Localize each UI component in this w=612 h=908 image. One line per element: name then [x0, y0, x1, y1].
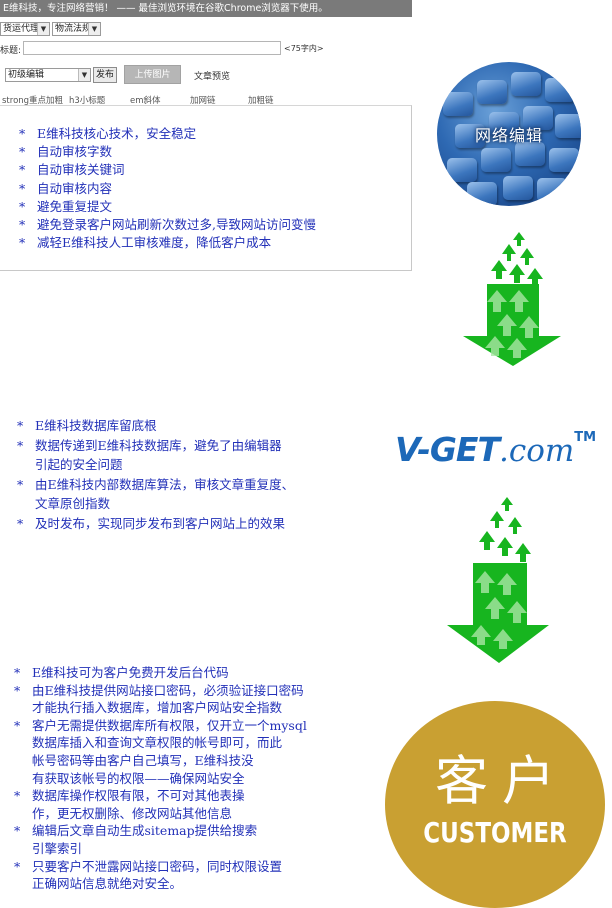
feature-list-1: * E维科技核心技术，安全稳定 * 自动审核字数 * 自动审核关键词 * 自动审核内容 * 避免重… [19, 125, 316, 252]
logo-suffix: .com [498, 433, 575, 469]
bullet-icon: * [19, 126, 26, 141]
list-item-text: 客户无需提供数据库所有权限，仅开立一个mysql [32, 717, 307, 733]
list-item: * 及时发布，实现同步发布到客户网站上的效果 [17, 514, 294, 534]
list-item: * 数据传递到E维科技数据库，避免了由编辑器 引起的安全问题 [17, 436, 294, 475]
green-down-arrow-icon [463, 232, 561, 366]
list-item-text: E维科技可为客户免费开发后台代码 [32, 665, 229, 680]
logo-tm: TM [574, 430, 597, 445]
list-item-text: 由E维科技内部数据库算法，审核文章重复度、 [35, 476, 295, 492]
feature-list-3: * E维科技可为客户免费开发后台代码 * 由E维科技提供网站接口密码，必须验证接口密码… [14, 664, 307, 893]
banner-text: E维科技，专注网络营销！ —— 最佳浏览环境在谷歌Chrome浏览器下使用。 [3, 3, 328, 14]
bullet-icon: * [19, 144, 26, 160]
bullet-icon: * [14, 665, 21, 680]
list-item-text: 数据传递到E维科技数据库，避免了由编辑器 [35, 437, 282, 453]
customer-badge-en: CUSTOMER [423, 816, 567, 849]
list-item: * E维科技可为客户免费开发后台代码 [14, 664, 307, 682]
category-select-1[interactable]: 货运代理 ▼ [0, 22, 50, 36]
mode-select-value: 初级编辑 [8, 70, 45, 80]
list-item-text: 才能执行插入数据库，增加客户网站安全指数 [32, 700, 283, 716]
title-label: 标题: [0, 46, 22, 56]
list-item-text: 有获取该帐号的权限——确保网站安全 [32, 770, 245, 786]
list-item: * 由E维科技提供网站接口密码，必须验证接口密码 才能执行插入数据库，增加客户网站安… [14, 682, 307, 717]
list-item: * 只要客户不泄露网站接口密码，同时权限设置 正确网站信息就绝对安全。 [14, 858, 307, 893]
chevron-down-icon: ▼ [88, 23, 100, 35]
bullet-icon: * [14, 717, 21, 733]
bullet-icon: * [17, 418, 24, 433]
bullet-icon: * [19, 217, 26, 233]
list-item: * 编辑后文章自动生成sitemap提供给搜索 引擎索引 [14, 822, 307, 857]
chevron-down-icon: ▼ [37, 23, 49, 35]
mode-select[interactable]: 初级编辑 ▼ [5, 68, 91, 82]
list-item-text: 文章原创指数 [35, 496, 111, 511]
list-item: * 数据库操作权限有限，不可对其他表操 作，更无权删除、修改网站其他信息 [14, 787, 307, 822]
bullet-icon: * [19, 162, 26, 178]
list-item-text: 数据库操作权限有限，不可对其他表操 [32, 788, 245, 804]
bullet-icon: * [17, 515, 24, 531]
bullet-icon: * [14, 788, 21, 804]
list-item-text: 正确网站信息就绝对安全。 [32, 876, 183, 892]
vget-logo: V-GET.comTM [395, 430, 610, 472]
customer-badge-cn: 客户 [435, 751, 569, 812]
title-input[interactable] [23, 41, 281, 55]
list-item-text: E维科技核心技术，安全稳定 [37, 126, 197, 141]
bullet-icon: * [17, 437, 24, 453]
list-item-text: E维科技数据库留底根 [35, 418, 157, 433]
list-item: * 客户无需提供数据库所有权限，仅开立一个mysql 数据库插入和查询文章权限的帐号… [14, 717, 307, 787]
title-hint: <75字内> [284, 44, 324, 53]
customer-badge: 客户 CUSTOMER [385, 701, 605, 908]
list-item-text: 避免重复提文 [37, 198, 113, 214]
list-item: * 自动审核关键词 [19, 161, 316, 179]
upload-image-button[interactable]: 上传图片 [124, 65, 181, 84]
bullet-icon: * [19, 180, 26, 196]
list-item-text: 编辑后文章自动生成sitemap提供给搜索 [32, 823, 258, 839]
list-item-text: 避免登录客户网站刷新次数过多,导致网站访问变慢 [37, 217, 316, 233]
bullet-icon: * [19, 235, 26, 251]
list-item-text: 只要客户不泄露网站接口密码，同时权限设置 [32, 858, 283, 874]
bullet-icon: * [19, 198, 26, 214]
list-item-text: 引擎索引 [32, 840, 83, 856]
list-item: * E维科技核心技术，安全稳定 [19, 125, 316, 143]
list-item: * 自动审核字数 [19, 143, 316, 161]
bullet-icon: * [14, 858, 21, 874]
list-item: * 避免重复提文 [19, 198, 316, 216]
list-item-text: 减轻E维科技人工审核难度，降低客户成本 [37, 235, 272, 251]
green-down-arrow-icon [447, 497, 549, 663]
list-item-text: 作，更无权删除、修改网站其他信息 [32, 805, 233, 821]
category-select-2[interactable]: 物流法规 ▼ [52, 22, 101, 36]
category-select-1-value: 货运代理 [3, 24, 40, 34]
list-item-text: 自动审核内容 [37, 180, 113, 196]
bullet-icon: * [14, 682, 21, 698]
list-item: * 由E维科技内部数据库算法，审核文章重复度、 文章原创指数 [17, 475, 294, 514]
chevron-down-icon: ▼ [78, 69, 90, 81]
list-item-text: 数据库插入和查询文章权限的帐号即可，而此 [32, 735, 283, 751]
feature-list-2: * E维科技数据库留底根 * 数据传递到E维科技数据库，避免了由编辑器 引起的安全问题 *… [17, 416, 294, 533]
banner-bar: E维科技，专注网络营销！ —— 最佳浏览环境在谷歌Chrome浏览器下使用。 [0, 0, 412, 17]
preview-button[interactable]: 文章预览 [194, 69, 230, 82]
list-item-text: 及时发布，实现同步发布到客户网站上的效果 [35, 515, 286, 531]
list-item-text: 由E维科技提供网站接口密码，必须验证接口密码 [32, 682, 304, 698]
list-item-text: 帐号密码等由客户自己填写，E维科技没 [32, 752, 254, 768]
logo-brand: V-GET [395, 430, 500, 469]
list-item: * E维科技数据库留底根 [17, 416, 294, 436]
list-item: * 减轻E维科技人工审核难度，降低客户成本 [19, 234, 316, 252]
keyboard-badge-label: 网络编辑 [474, 126, 543, 145]
keyboard-image: 网络编辑 [437, 62, 581, 206]
list-item: * 避免登录客户网站刷新次数过多,导致网站访问变慢 [19, 216, 316, 234]
bullet-icon: * [14, 823, 21, 839]
list-item-text: 自动审核字数 [37, 144, 113, 160]
bullet-icon: * [17, 476, 24, 492]
category-select-2-value: 物流法规 [55, 24, 92, 34]
list-item-text: 引起的安全问题 [35, 457, 123, 472]
publish-button[interactable]: 发布 [93, 67, 117, 83]
list-item-text: 自动审核关键词 [37, 162, 125, 178]
list-item: * 自动审核内容 [19, 180, 316, 198]
